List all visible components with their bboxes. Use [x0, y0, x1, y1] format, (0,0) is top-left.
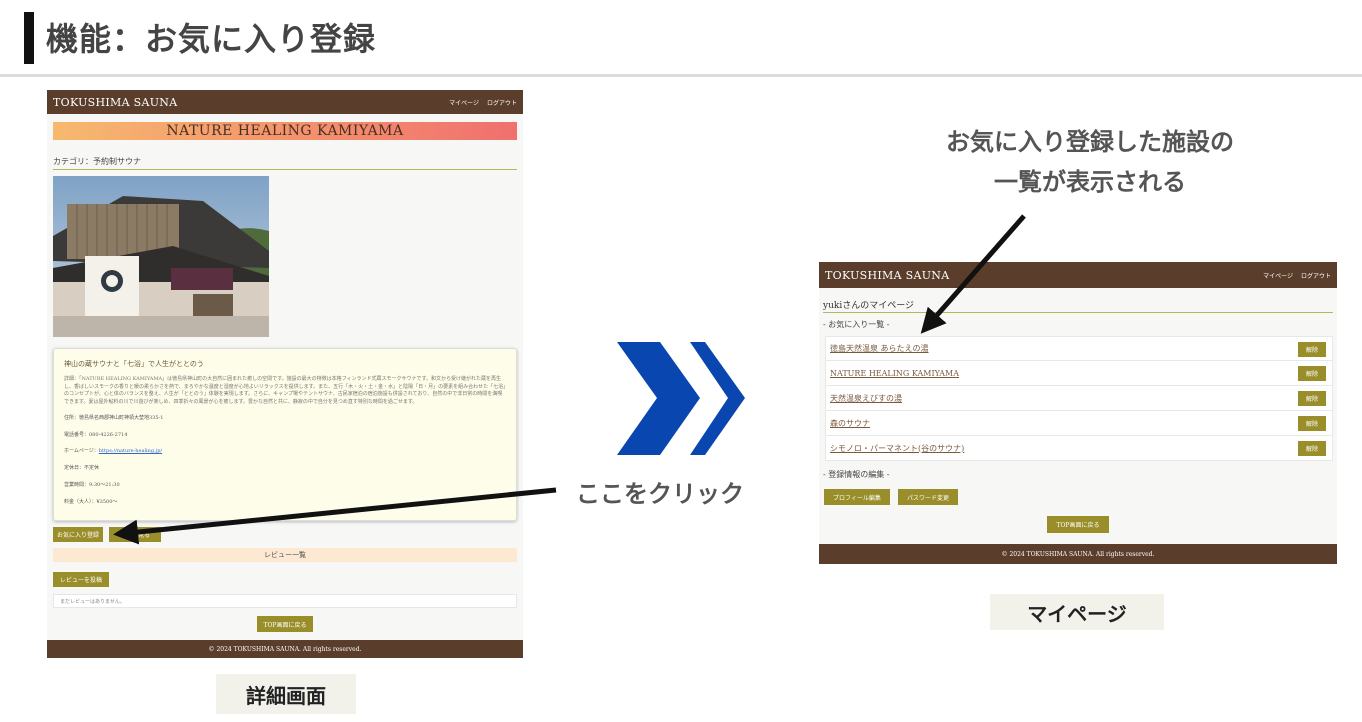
back-to-top-button[interactable]: TOP画面に戻る: [1047, 516, 1109, 533]
favorites-annotation-line2: 一覧が表示される: [994, 168, 1186, 196]
favorite-facility-link[interactable]: 天然温泉えびすの湯: [830, 393, 902, 404]
facility-category: カテゴリ：予約制サウナ: [53, 157, 141, 166]
post-review-button[interactable]: レビューを投稿: [53, 572, 109, 587]
remove-favorite-button[interactable]: 解除: [1298, 342, 1326, 357]
remove-favorite-button[interactable]: 解除: [1298, 416, 1326, 431]
footer: © 2024 TOKUSHIMA SAUNA. All rights reser…: [47, 640, 523, 658]
info-address: 住所：徳島県名西郡神山町神領大埜地335-1: [64, 414, 164, 421]
edit-profile-button[interactable]: プロフィール編集: [824, 489, 890, 505]
favorites-list: 徳島天然温泉 あらたえの湯 解除 NATURE HEALING KAMIYAMA…: [825, 336, 1333, 461]
info-homepage: ホームページ：https://nature-healing.jp/: [64, 448, 506, 456]
info-phone: 電話番号：080-4226-2714: [64, 431, 128, 438]
no-reviews-message: まだレビューはありません。: [53, 594, 517, 608]
info-homepage-label: ホームページ：: [64, 448, 99, 455]
list-item: NATURE HEALING KAMIYAMA 解除: [825, 361, 1333, 386]
chevron-right-icon: [617, 342, 745, 455]
mypage-screen: TOKUSHIMA SAUNA マイページ ログアウト yukiさんのマイページ…: [819, 262, 1337, 564]
remove-favorite-button[interactable]: 解除: [1298, 391, 1326, 406]
review-list-heading: レビュー一覧: [53, 548, 517, 562]
edit-info-heading: - 登録情報の編集 -: [823, 470, 890, 479]
footer: © 2024 TOKUSHIMA SAUNA. All rights reser…: [819, 544, 1337, 564]
navbar: TOKUSHIMA SAUNA マイページ ログアウト: [819, 262, 1337, 288]
click-here-annotation: ここをクリック: [576, 480, 744, 508]
brand-logo[interactable]: TOKUSHIMA SAUNA: [53, 96, 177, 109]
list-item: 森のサウナ 解除: [825, 411, 1333, 436]
favorites-annotation-line1: お気に入り登録した施設の: [946, 128, 1234, 156]
slide-divider: [0, 74, 1362, 77]
slide-title: 機能：お気に入り登録: [46, 20, 377, 58]
favorite-register-button[interactable]: お気に入り登録: [53, 527, 103, 542]
mypage-title: yukiさんのマイページ: [823, 301, 915, 311]
nav-mypage-link[interactable]: マイページ: [1263, 271, 1293, 280]
mypage-title-divider: [823, 312, 1333, 313]
brand-logo[interactable]: TOKUSHIMA SAUNA: [825, 269, 949, 282]
info-hours: 営業時間：9:30～21:30: [64, 481, 120, 488]
map-button[interactable]: 地図を見る: [109, 527, 161, 542]
nav-logout-link[interactable]: ログアウト: [487, 98, 517, 107]
favorites-annotation: お気に入り登録した施設の 一覧が表示される: [900, 122, 1280, 202]
favorite-facility-link[interactable]: 森のサウナ: [830, 418, 870, 429]
nav-mypage-link[interactable]: マイページ: [449, 98, 479, 107]
nav-logout-link[interactable]: ログアウト: [1301, 271, 1331, 280]
change-password-button[interactable]: パスワード変更: [898, 489, 958, 505]
favorite-facility-link[interactable]: シモノロ・パーマネント(谷のサウナ): [830, 443, 964, 454]
navbar: TOKUSHIMA SAUNA マイページ ログアウト: [47, 90, 523, 114]
info-price: 料金（大人）：¥3500～: [64, 498, 118, 505]
info-lead: 神山の蔵サウナと「七浴」で人生がととのう: [64, 360, 204, 368]
list-item: シモノロ・パーマネント(谷のサウナ) 解除: [825, 436, 1333, 461]
favorites-heading: - お気に入り一覧 -: [823, 320, 890, 329]
remove-favorite-button[interactable]: 解除: [1298, 366, 1326, 381]
facility-photo: [53, 176, 269, 337]
category-divider: [53, 169, 517, 170]
info-closed: 定休日：不定休: [64, 465, 100, 472]
detail-screen-caption: 詳細画面: [216, 674, 356, 714]
facility-info-card: 神山の蔵サウナと「七浴」で人生がととのう 詳細：「NATURE HEALING …: [53, 348, 517, 521]
list-item: 徳島天然温泉 あらたえの湯 解除: [825, 336, 1333, 361]
favorite-facility-link[interactable]: 徳島天然温泉 あらたえの湯: [830, 343, 929, 354]
facility-name-banner: NATURE HEALING KAMIYAMA: [53, 122, 517, 140]
mypage-caption: マイページ: [990, 594, 1164, 630]
info-description: 詳細：「NATURE HEALING KAMIYAMA」は徳島県神山町の大自然に…: [64, 375, 506, 406]
favorite-facility-link[interactable]: NATURE HEALING KAMIYAMA: [830, 369, 959, 378]
back-to-top-button[interactable]: TOP画面に戻る: [257, 616, 313, 632]
info-homepage-link[interactable]: https://nature-healing.jp/: [99, 448, 162, 454]
remove-favorite-button[interactable]: 解除: [1298, 441, 1326, 456]
slide-title-bar: [24, 12, 34, 64]
list-item: 天然温泉えびすの湯 解除: [825, 386, 1333, 411]
detail-screen: TOKUSHIMA SAUNA マイページ ログアウト NATURE HEALI…: [47, 90, 523, 658]
